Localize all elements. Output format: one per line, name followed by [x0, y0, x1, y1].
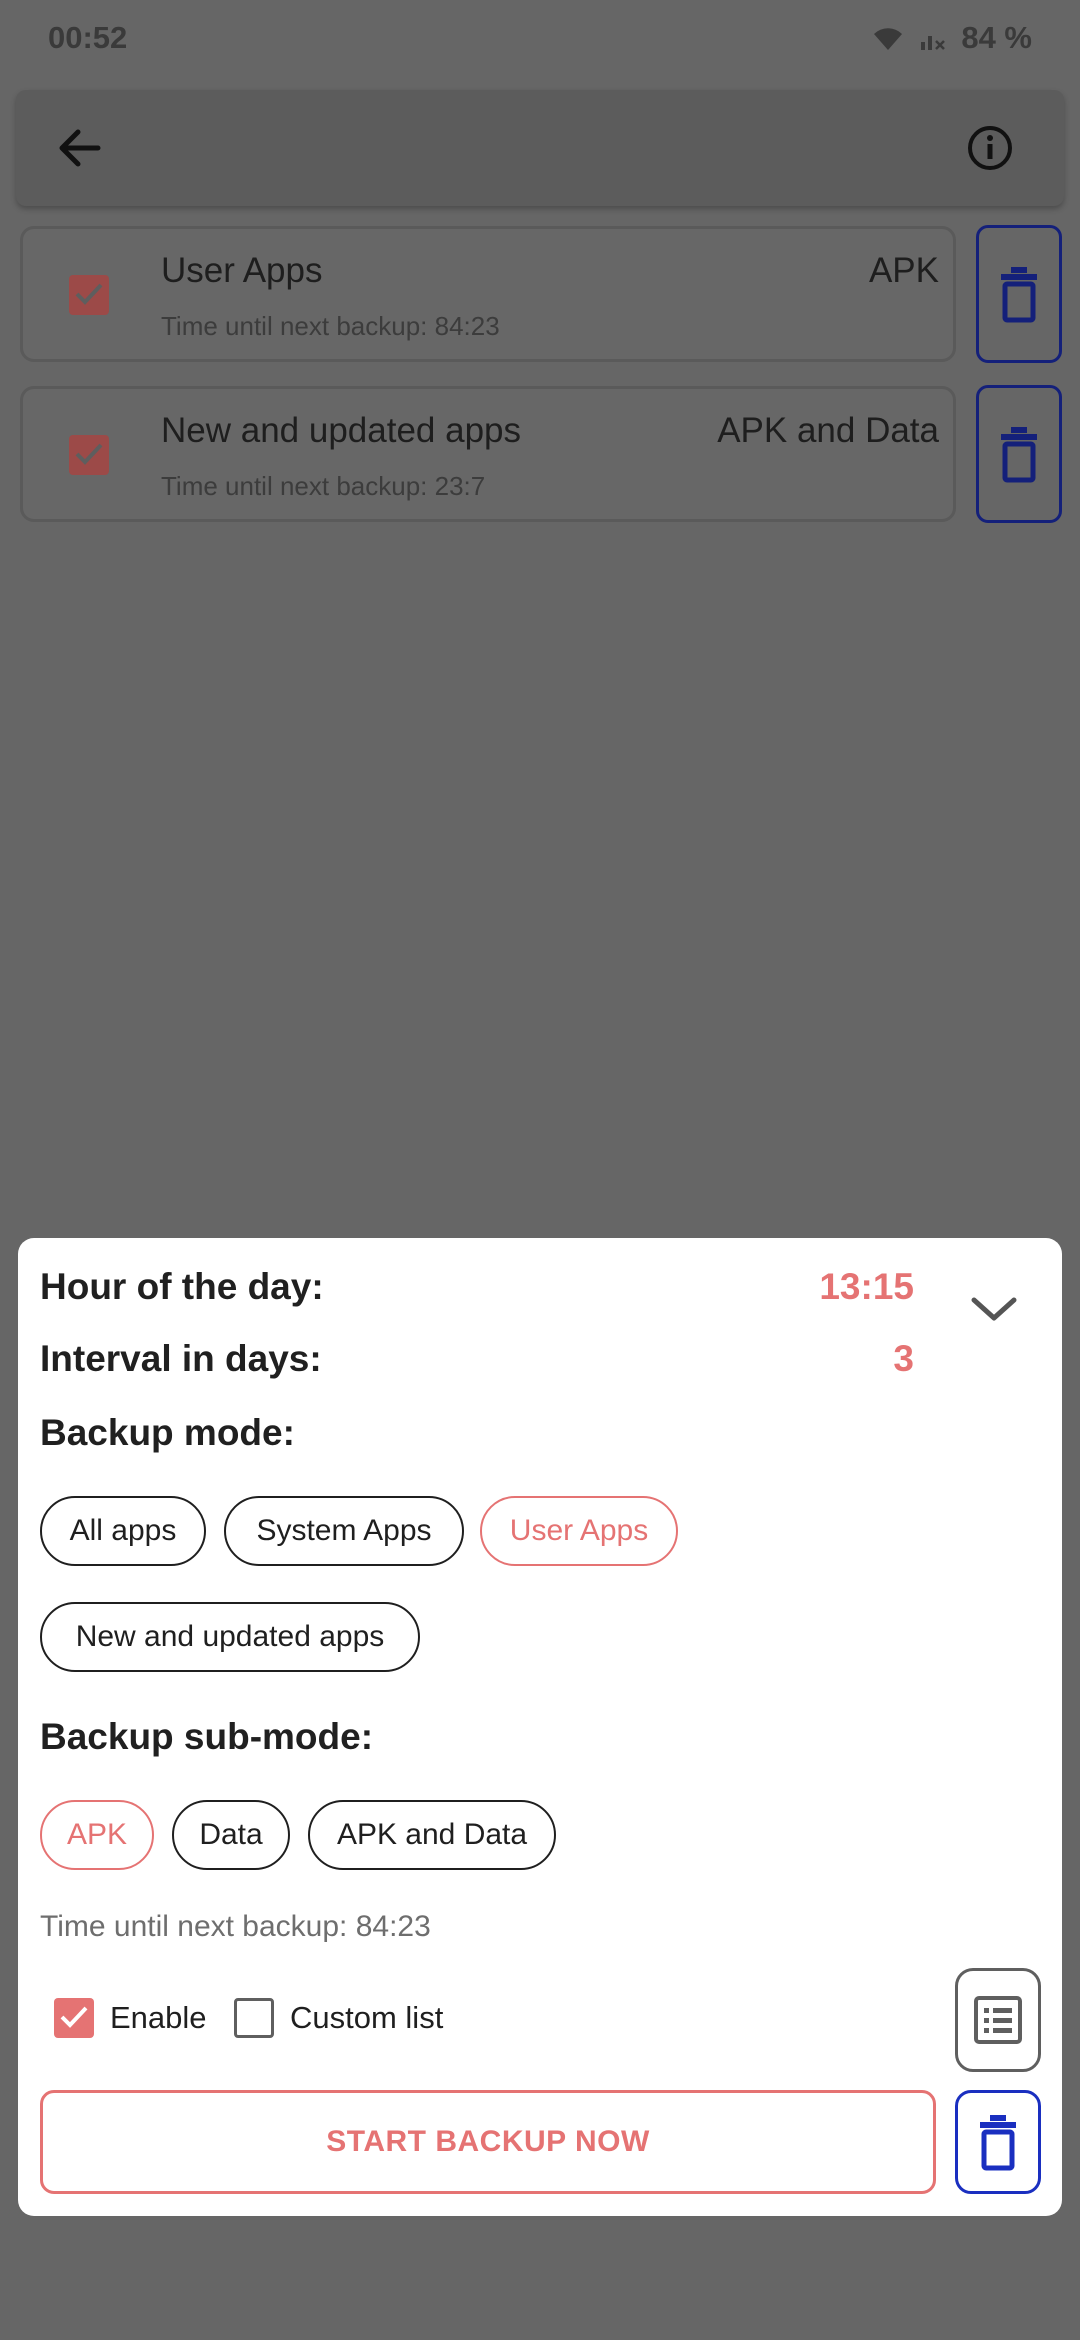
schedule-title: New and updated apps [161, 411, 521, 450]
chip-mode-user-apps[interactable]: User Apps [480, 1496, 678, 1566]
custom-list-checkbox[interactable] [234, 1998, 274, 2038]
arrow-left-icon [59, 129, 101, 167]
chip-submode-apk-and-data[interactable]: APK and Data [308, 1800, 556, 1870]
schedule-mode: APK and Data [717, 411, 939, 450]
backup-mode-label: Backup mode: [40, 1412, 295, 1453]
custom-list-button[interactable] [955, 1968, 1041, 2072]
top-app-bar [16, 90, 1064, 206]
schedule-next-backup: Time until next backup: 84:23 [161, 311, 500, 341]
delete-schedule-button[interactable] [976, 385, 1062, 523]
status-bar: 00:52 84 % [0, 0, 1080, 76]
next-backup-text: Time until next backup: 84:23 [40, 1910, 431, 1943]
enable-label: Enable [110, 2000, 207, 2035]
schedule-next-backup: Time until next backup: 23:7 [161, 471, 486, 501]
schedule-mode: APK [868, 251, 939, 290]
signal-icon [919, 24, 947, 52]
wifi-icon [871, 24, 905, 52]
chip-mode-new-updated-apps[interactable]: New and updated apps [40, 1602, 420, 1672]
chip-submode-data[interactable]: Data [172, 1800, 290, 1870]
delete-schedule-button[interactable] [955, 2090, 1041, 2194]
custom-list-checkbox-row[interactable]: Custom list [234, 1998, 443, 2038]
schedule-enabled-checkbox[interactable] [69, 435, 109, 475]
interval-label: Interval in days: [40, 1338, 322, 1379]
check-icon [75, 283, 103, 305]
chip-mode-system-apps[interactable]: System Apps [224, 1496, 464, 1566]
info-button[interactable] [966, 124, 1014, 172]
trash-icon [980, 2115, 1016, 2171]
start-backup-button[interactable]: START BACKUP NOW [40, 2090, 936, 2194]
status-time: 00:52 [48, 20, 128, 55]
schedule-title: User Apps [161, 251, 323, 290]
chip-mode-all-apps[interactable]: All apps [40, 1496, 206, 1566]
interval-value[interactable]: 3 [893, 1338, 914, 1380]
schedule-enabled-checkbox[interactable] [69, 275, 109, 315]
delete-schedule-button[interactable] [976, 225, 1062, 363]
custom-list-label: Custom list [290, 2000, 444, 2035]
check-icon [75, 443, 103, 465]
hour-value[interactable]: 13:15 [819, 1266, 914, 1308]
trash-icon [1001, 427, 1037, 483]
collapse-button[interactable] [966, 1282, 1022, 1338]
info-circle-icon [968, 126, 1012, 170]
status-icons: 84 % [871, 20, 1032, 56]
check-icon [60, 2006, 88, 2028]
back-button[interactable] [52, 120, 108, 176]
chip-submode-apk[interactable]: APK [40, 1800, 154, 1870]
list-icon [974, 1996, 1022, 2044]
enable-checkbox-row[interactable]: Enable [54, 1998, 207, 2038]
schedule-editor-sheet: Hour of the day: 13:15 Interval in days:… [18, 1238, 1062, 2216]
chevron-down-icon [971, 1297, 1017, 1321]
backup-sub-mode-label: Backup sub-mode: [40, 1716, 374, 1757]
schedule-card[interactable]: New and updated apps Time until next bac… [20, 386, 956, 522]
enable-checkbox[interactable] [54, 1998, 94, 2038]
hour-label: Hour of the day: [40, 1266, 324, 1307]
trash-icon [1001, 267, 1037, 323]
battery-level: 84 % [961, 20, 1032, 55]
schedule-card[interactable]: User Apps Time until next backup: 84:23 … [20, 226, 956, 362]
